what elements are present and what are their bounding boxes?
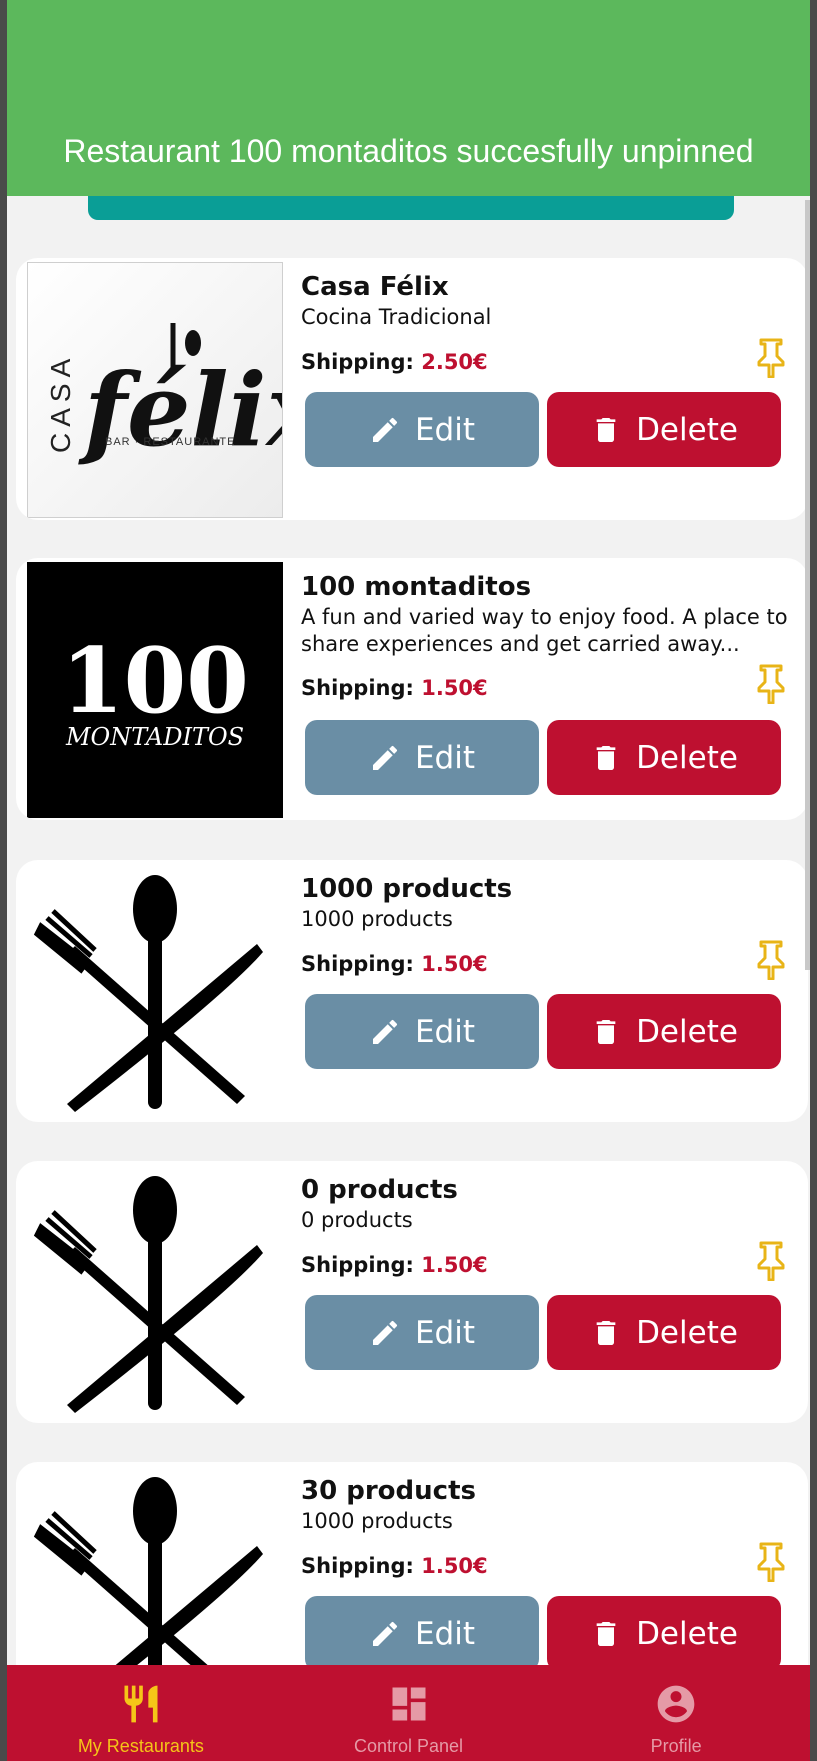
edit-label: Edit [414,1314,476,1351]
pin-icon[interactable] [756,338,786,379]
pencil-icon [372,1621,397,1646]
restaurant-name: 1000 products [301,874,513,904]
pencil-icon [372,1320,397,1345]
delete-label: Delete [636,1615,738,1652]
scrollbar[interactable] [805,200,810,970]
toast-notification: Restaurant 100 montaditos succesfully un… [7,0,810,196]
delete-button[interactable]: Delete [547,994,781,1069]
restaurant-name: 0 products [301,1175,458,1205]
logo-side-text: CASA [45,353,76,453]
trash-icon [596,745,616,770]
pin-icon[interactable] [756,940,786,981]
100-montaditos-logo: 100 MONTADITOS [27,562,283,818]
cutlery-icon [27,864,283,1120]
edit-label: Edit [414,411,476,448]
logo-word: félix [78,351,282,469]
shipping-row: Shipping: 1.50€ [301,1554,488,1578]
casa-felix-logo: CASA félix BAR · RESTAURANTE [27,262,328,518]
restaurant-info: Casa Félix Cocina Tradicional [301,270,796,331]
restaurant-info: 1000 products 1000 products [301,872,796,933]
dashboard-icon [392,1687,425,1721]
pin-icon[interactable] [756,664,786,705]
shipping-label: Shipping: [301,952,414,976]
restaurant-description: 1000 products [301,907,453,931]
logo-number: 100 [61,628,249,734]
restaurant-icon [124,1685,158,1723]
logo-word: MONTADITOS [65,723,244,751]
pencil-icon [372,745,397,770]
shipping-price: 1.50€ [421,952,488,976]
delete-button[interactable]: Delete [547,1596,781,1671]
edit-label: Edit [414,1615,476,1652]
restaurant-info: 100 montaditos A fun and varied way to e… [301,570,796,658]
shipping-price: 1.50€ [421,1554,488,1578]
trash-icon [596,1019,616,1044]
restaurant-description: 0 products [301,1208,413,1232]
pencil-icon [372,1019,397,1044]
toast-message: Restaurant 100 montaditos succesfully un… [63,133,754,169]
shipping-row: Shipping: 1.50€ [301,676,488,700]
shipping-label: Shipping: [301,1554,414,1578]
restaurant-description: 1000 products [301,1509,453,1533]
restaurant-info: 30 products 1000 products [301,1474,796,1535]
shipping-row: Shipping: 2.50€ [301,350,488,374]
restaurant-card[interactable]: 100 MONTADITOS 100 montaditos A fun and … [16,558,808,820]
logo-tagline: BAR · RESTAURANTE [105,436,235,448]
shipping-row: Shipping: 1.50€ [301,952,488,976]
pin-icon[interactable] [756,1241,786,1282]
restaurant-name: 100 montaditos [301,572,532,602]
edit-button[interactable]: Edit [305,1295,539,1370]
edit-label: Edit [414,739,476,776]
cutlery-icon [27,1165,283,1421]
trash-icon [596,417,616,442]
edit-button[interactable]: Edit [305,994,539,1069]
nav-control-panel[interactable]: Control Panel [275,1665,543,1761]
restaurant-name: Casa Félix [301,272,449,302]
restaurant-info: 0 products 0 products [301,1173,796,1234]
nav-label: Control Panel [353,1736,464,1756]
nav-label: My Restaurants [77,1736,204,1756]
restaurant-name: 30 products [301,1476,476,1506]
restaurant-card[interactable]: 0 products 0 products Shipping: 1.50€ Ed… [16,1161,808,1423]
delete-button[interactable]: Delete [547,392,781,467]
nav-my-restaurants[interactable]: My Restaurants [7,1665,275,1761]
nav-profile[interactable]: Profile [542,1665,810,1761]
pencil-icon [372,417,397,442]
shipping-price: 1.50€ [421,1253,488,1277]
trash-icon [596,1320,616,1345]
trash-icon [596,1621,616,1646]
delete-label: Delete [636,1013,738,1050]
delete-label: Delete [636,1314,738,1351]
shipping-price: 2.50€ [421,350,488,374]
bottom-navigation: My Restaurants Control Panel Profile [7,1665,810,1761]
nav-label: Profile [650,1736,702,1756]
pin-icon[interactable] [756,1542,786,1583]
app-frame: Restaurant 100 montaditos succesfully un… [7,0,810,1761]
account-circle-icon [657,1685,695,1723]
delete-label: Delete [636,411,738,448]
shipping-label: Shipping: [301,350,414,374]
shipping-price: 1.50€ [421,676,488,700]
edit-label: Edit [414,1013,476,1050]
delete-label: Delete [636,739,738,776]
edit-button[interactable]: Edit [305,1596,539,1671]
shipping-label: Shipping: [301,676,414,700]
delete-button[interactable]: Delete [547,1295,781,1370]
edit-button[interactable]: Edit [305,392,539,467]
restaurant-description: A fun and varied way to enjoy food. A pl… [301,605,788,656]
restaurant-description: Cocina Tradicional [301,305,492,329]
shipping-label: Shipping: [301,1253,414,1277]
edit-button[interactable]: Edit [305,720,539,795]
shipping-row: Shipping: 1.50€ [301,1253,488,1277]
delete-button[interactable]: Delete [547,720,781,795]
restaurant-card[interactable]: CASA félix BAR · RESTAURANTE Casa Félix … [16,258,808,520]
restaurant-card[interactable]: 1000 products 1000 products Shipping: 1.… [16,860,808,1122]
